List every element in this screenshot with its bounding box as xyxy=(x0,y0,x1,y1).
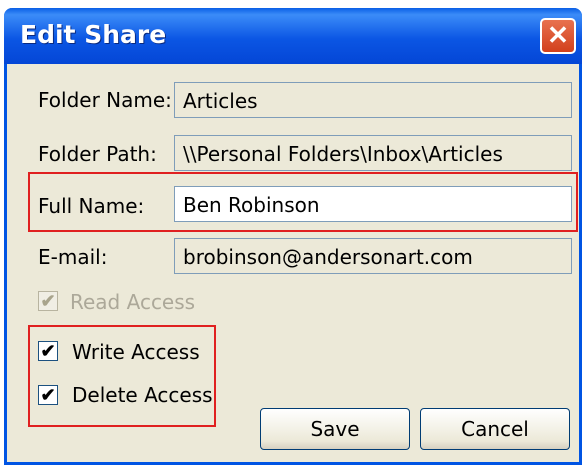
folder-name-field: Articles xyxy=(174,82,572,118)
write-access-checkbox[interactable]: ✔ xyxy=(38,341,58,361)
folder-path-label: Folder Path: xyxy=(38,142,157,166)
dialog-title: Edit Share xyxy=(20,20,167,49)
close-icon[interactable]: ✕ xyxy=(540,18,576,54)
full-name-label: Full Name: xyxy=(38,194,145,218)
cancel-button[interactable]: Cancel xyxy=(420,408,570,450)
write-access-label[interactable]: Write Access xyxy=(72,340,200,364)
folder-name-label: Folder Name: xyxy=(38,88,172,112)
full-name-input[interactable]: Ben Robinson xyxy=(174,186,572,222)
read-access-label: Read Access xyxy=(70,290,196,314)
save-button[interactable]: Save xyxy=(260,408,410,450)
delete-access-checkbox[interactable]: ✔ xyxy=(38,385,58,405)
read-access-checkbox: ✔ xyxy=(38,291,58,311)
title-bar: Edit Share ✕ xyxy=(4,8,582,64)
email-label: E-mail: xyxy=(38,245,108,269)
delete-access-label[interactable]: Delete Access xyxy=(72,383,213,407)
email-field: brobinson@andersonart.com xyxy=(174,238,572,274)
folder-path-field: \\Personal Folders\Inbox\Articles xyxy=(174,135,572,171)
